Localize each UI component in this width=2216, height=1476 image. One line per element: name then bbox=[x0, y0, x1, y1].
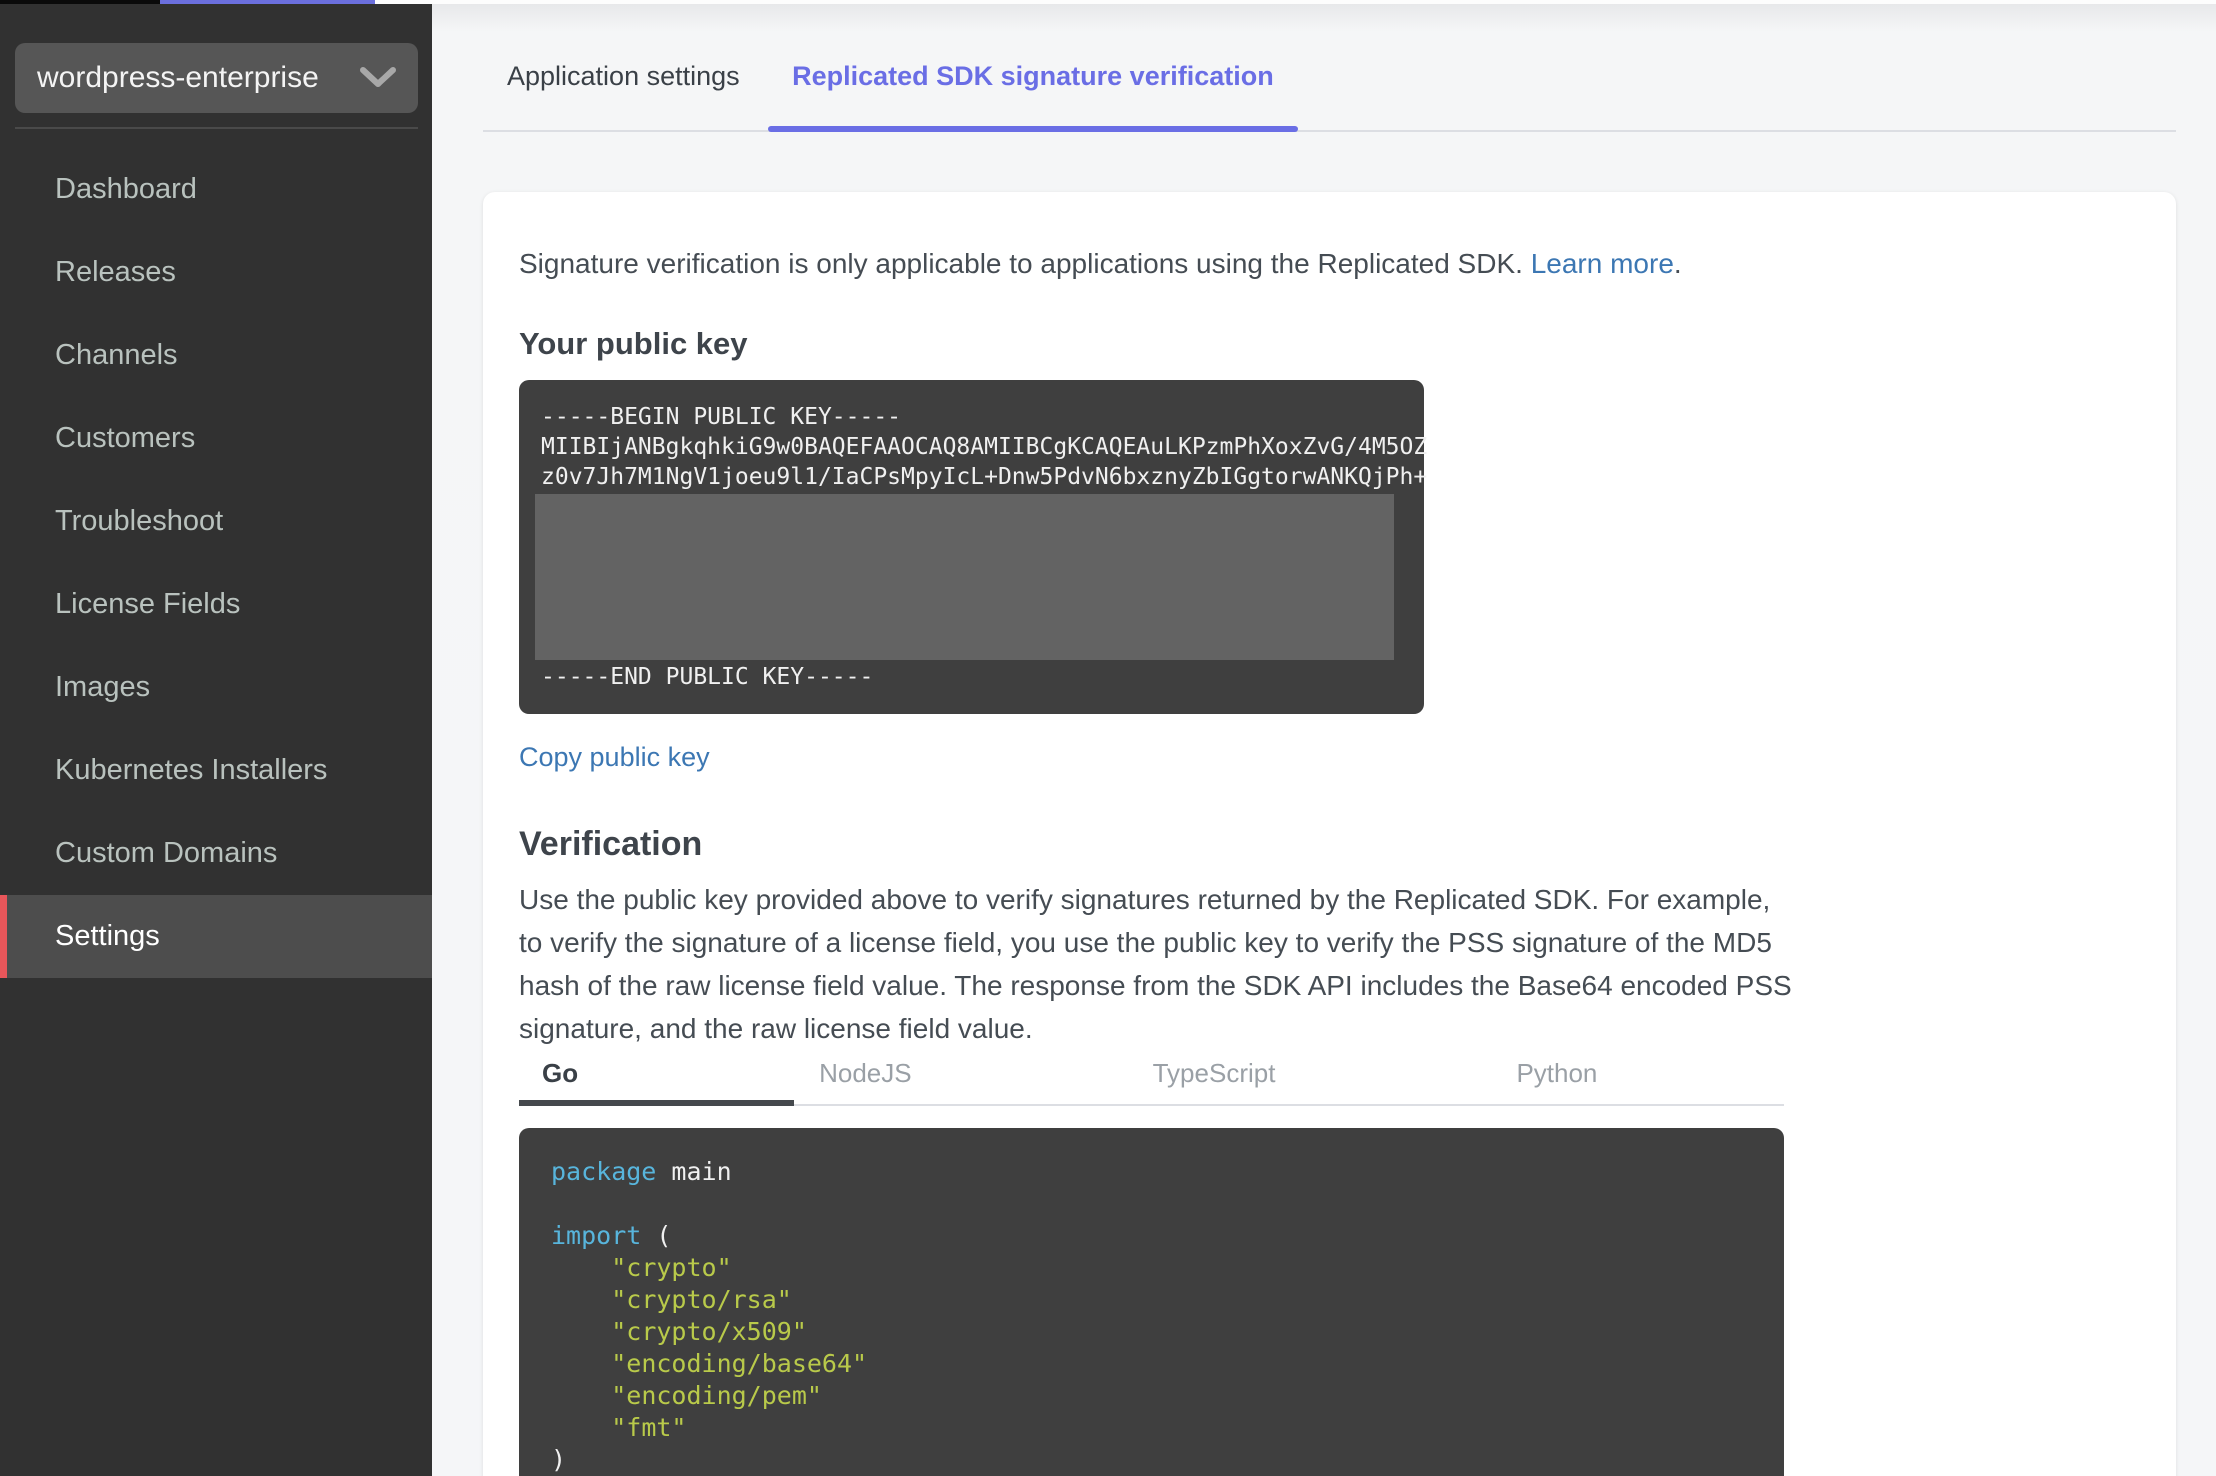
code-token-str: "encoding/pem" bbox=[611, 1381, 822, 1410]
code-line: package main bbox=[551, 1156, 1752, 1188]
signature-verification-card: Signature verification is only applicabl… bbox=[483, 192, 2176, 1476]
sidebar-nav: Dashboard Releases Channels Customers Troubl… bbox=[0, 148, 432, 978]
public-key-line: z0v7Jh7M1NgV1joeu9l1/IaCPsMpyIcL+Dnw5Pdv… bbox=[541, 464, 1428, 490]
code-line: ) bbox=[551, 1444, 1752, 1476]
chevron-down-icon bbox=[360, 67, 396, 89]
intro-suffix: . bbox=[1673, 248, 1682, 279]
code-token-kw: import bbox=[551, 1221, 642, 1250]
code-token-str: "fmt" bbox=[611, 1413, 687, 1442]
public-key-line: -----BEGIN PUBLIC KEY----- bbox=[541, 404, 902, 430]
sidebar-item-releases[interactable]: Releases bbox=[0, 231, 432, 314]
code-token-pl: ( bbox=[641, 1221, 672, 1250]
sidebar-item-dashboard[interactable]: Dashboard bbox=[0, 148, 432, 231]
code-token-str: "crypto/x509" bbox=[611, 1317, 807, 1346]
learn-more-link[interactable]: Learn more bbox=[1531, 248, 1674, 279]
code-tab-python[interactable]: Python bbox=[1493, 1058, 1620, 1104]
code-token-str: "crypto/rsa" bbox=[611, 1285, 792, 1314]
sidebar-item-customers[interactable]: Customers bbox=[0, 397, 432, 480]
code-tab-typescript[interactable]: TypeScript bbox=[1130, 1058, 1299, 1104]
verification-paragraph: Use the public key provided above to ver… bbox=[519, 884, 1792, 1044]
code-token-pl: ) bbox=[551, 1445, 567, 1474]
code-token-pl: main bbox=[656, 1157, 732, 1186]
public-key-end-line: -----END PUBLIC KEY----- bbox=[541, 664, 874, 690]
app-selector-dropdown[interactable]: wordpress-enterprise bbox=[15, 43, 418, 113]
sidebar-item-settings[interactable]: Settings bbox=[0, 895, 432, 978]
sidebar: wordpress-enterprise Dashboard Releases Ch… bbox=[0, 4, 432, 1476]
sidebar-item-custom-domains[interactable]: Custom Domains bbox=[0, 812, 432, 895]
code-language-tabs: Go NodeJS TypeScript Python bbox=[519, 1058, 1784, 1106]
go-code-block: package main import ( "crypto" "crypto/rs… bbox=[519, 1128, 1784, 1476]
intro-text: Signature verification is only applicabl… bbox=[519, 244, 2140, 284]
sidebar-item-channels[interactable]: Channels bbox=[0, 314, 432, 397]
tab-application-settings[interactable]: Application settings bbox=[483, 60, 764, 130]
code-line: "crypto/x509" bbox=[551, 1316, 1752, 1348]
tab-replicated-sdk-signature-verification[interactable]: Replicated SDK signature verification bbox=[768, 60, 1298, 132]
code-line: "encoding/base64" bbox=[551, 1348, 1752, 1380]
verification-heading: Verification bbox=[519, 825, 703, 863]
page-tabbar: Application settings Replicated SDK sign… bbox=[483, 60, 2176, 132]
code-token-str: "crypto" bbox=[611, 1253, 732, 1282]
code-token-kw: package bbox=[551, 1157, 657, 1186]
code-line: "crypto" bbox=[551, 1252, 1752, 1284]
code-tab-nodejs[interactable]: NodeJS bbox=[796, 1058, 935, 1104]
code-line: "encoding/pem" bbox=[551, 1380, 1752, 1412]
main-content-area: Application settings Replicated SDK sign… bbox=[432, 4, 2216, 1476]
code-tab-active-underline bbox=[519, 1100, 794, 1106]
sidebar-item-kubernetes-installers[interactable]: Kubernetes Installers bbox=[0, 729, 432, 812]
copy-public-key-link[interactable]: Copy public key bbox=[519, 738, 710, 776]
code-line: "fmt" bbox=[551, 1412, 1752, 1444]
intro-sentence: Signature verification is only applicabl… bbox=[519, 248, 1523, 279]
code-line: "crypto/rsa" bbox=[551, 1284, 1752, 1316]
replicated-vendor-portal: wordpress-enterprise Dashboard Releases Ch… bbox=[0, 0, 2216, 1476]
public-key-block: -----BEGIN PUBLIC KEY----- MIIBIjANBgkqh… bbox=[519, 380, 1428, 714]
sidebar-divider bbox=[15, 127, 418, 129]
public-key-heading: Your public key bbox=[519, 326, 748, 361]
sidebar-item-images[interactable]: Images bbox=[0, 646, 432, 729]
public-key-line: MIIBIjANBgkqhkiG9w0BAQEFAAOCAQ8AMIIBCgKC… bbox=[541, 434, 1428, 460]
code-line: import ( bbox=[551, 1220, 1752, 1252]
sidebar-item-troubleshoot[interactable]: Troubleshoot bbox=[0, 480, 432, 563]
app-selector-label: wordpress-enterprise bbox=[37, 61, 319, 94]
sidebar-item-license-fields[interactable]: License Fields bbox=[0, 563, 432, 646]
redacted-key-region bbox=[535, 494, 1394, 660]
code-token-str: "encoding/base64" bbox=[611, 1349, 868, 1378]
code-tab-go[interactable]: Go bbox=[519, 1058, 601, 1104]
